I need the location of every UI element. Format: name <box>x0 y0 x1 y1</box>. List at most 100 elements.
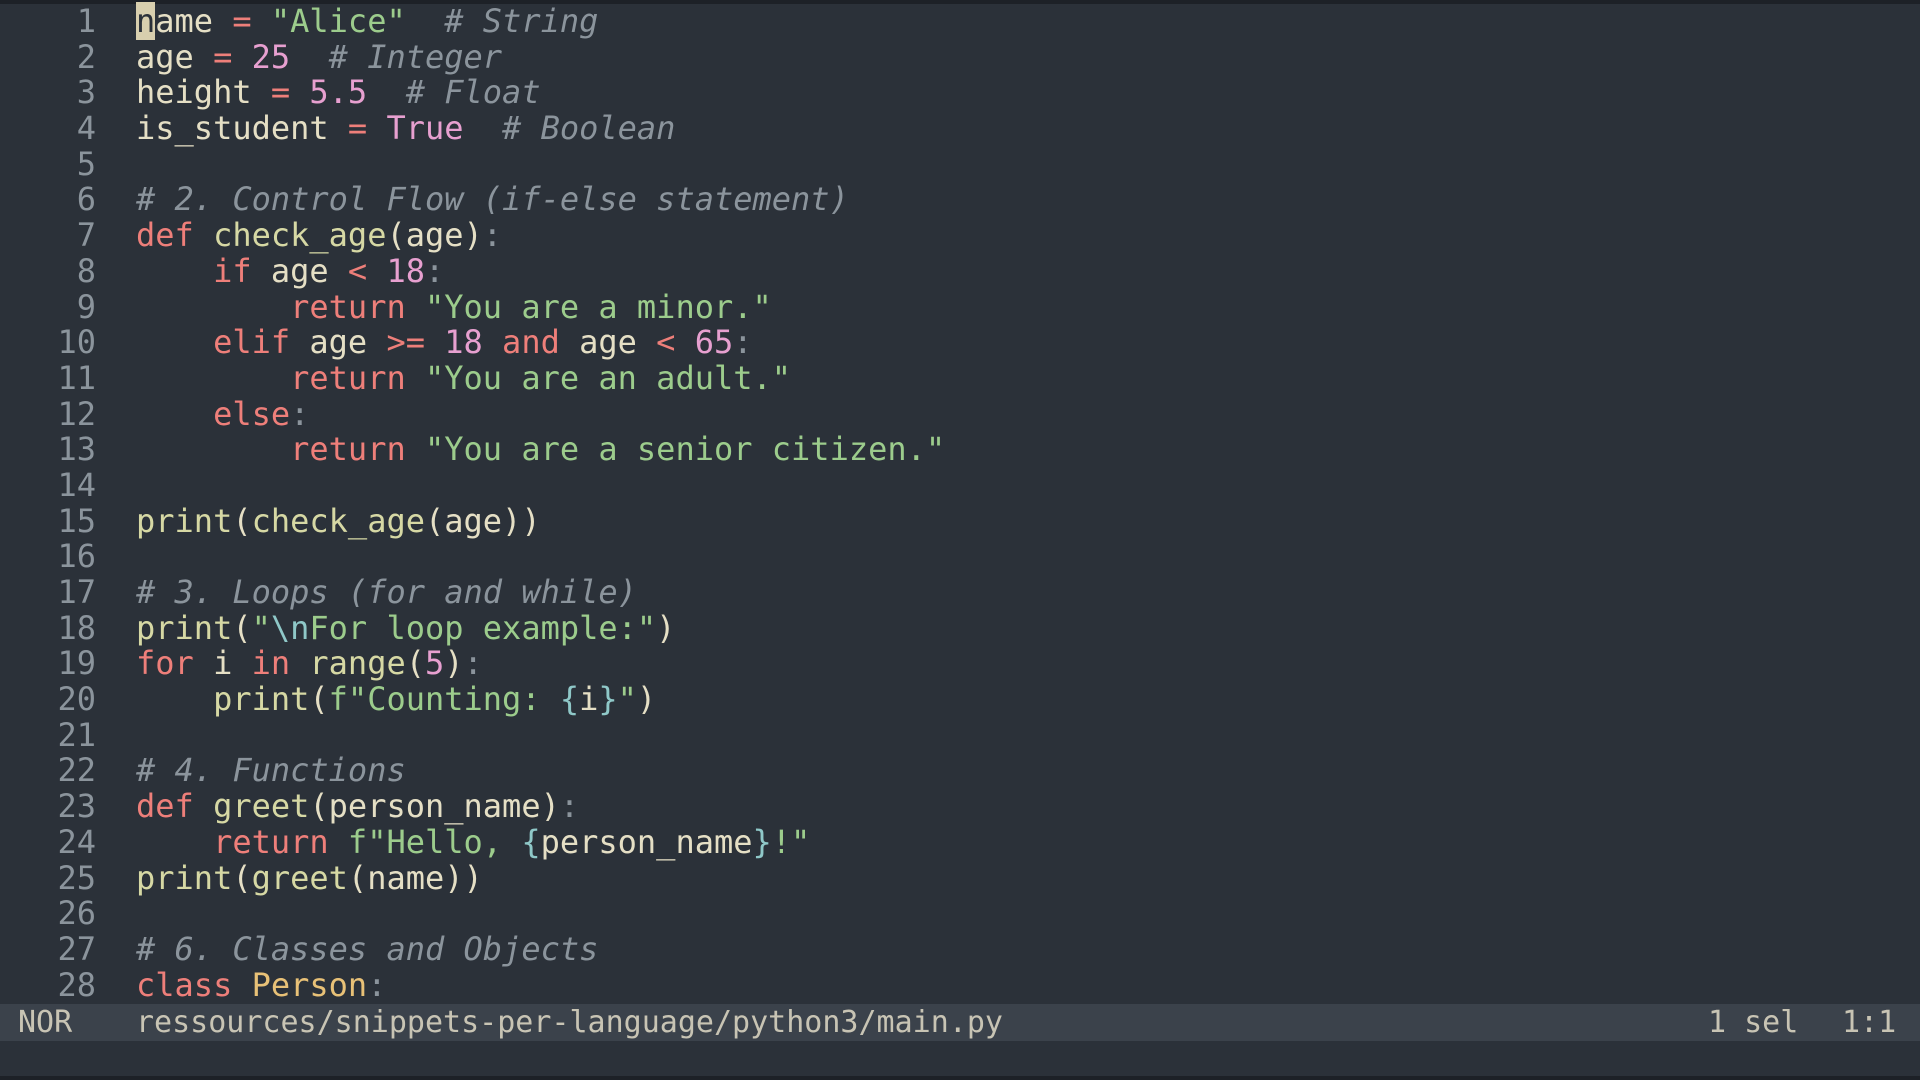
line-text[interactable]: height = 5.5 # Float <box>136 75 541 111</box>
code-token: range <box>309 644 406 683</box>
code-line[interactable]: 28 class Person: <box>0 965 1920 1004</box>
code-line[interactable]: 14 <box>0 467 1920 504</box>
code-line[interactable]: 26 <box>0 895 1920 932</box>
line-number: 8 <box>76 251 96 290</box>
code-line[interactable]: 25 print(greet(name)) <box>0 858 1920 897</box>
line-number: 23 <box>57 787 96 826</box>
code-line[interactable]: 17 # 3. Loops (for and while) <box>0 574 1920 611</box>
code-token: { <box>559 680 580 719</box>
line-number: 28 <box>57 965 96 1004</box>
line-text[interactable]: return "You are a minor." <box>136 288 772 326</box>
file-path: ressources/snippets-per-language/python3… <box>136 1005 1003 1040</box>
code-token: # 4. Functions <box>136 751 406 790</box>
status-bar: NOR ressources/snippets-per-language/pyt… <box>0 1004 1920 1041</box>
code-token: (age)) <box>424 501 541 540</box>
code-line[interactable]: 18 print("\nFor loop example:") <box>0 608 1920 647</box>
line-text[interactable]: # 3. Loops (for and while) <box>136 574 637 611</box>
code-line[interactable]: 13 return "You are a senior citizen." <box>0 430 1920 469</box>
code-token: } <box>598 680 618 719</box>
code-line[interactable]: 23 def greet(person_name): <box>0 787 1920 826</box>
code-token: \n <box>270 608 310 647</box>
line-text[interactable]: # 4. Functions <box>136 753 406 789</box>
line-text[interactable]: for i in range(5): <box>136 646 483 682</box>
code-line[interactable]: 20 print(f"Counting: {i}") <box>0 680 1920 719</box>
code-token: : <box>367 965 387 1004</box>
code-editor[interactable]: 1 name = "Alice" # String 2 age = 25 # Inte… <box>0 0 1920 1080</box>
line-text[interactable]: else: <box>136 394 310 433</box>
code-line[interactable]: 5 <box>0 144 1920 183</box>
line-text[interactable]: elif age >= 18 and age < 65: <box>136 323 752 362</box>
line-text[interactable]: is_student = True # Boolean <box>136 109 675 148</box>
line-text[interactable]: print(greet(name)) <box>136 860 483 897</box>
code-token: return <box>290 358 406 397</box>
code-token: Person <box>251 965 368 1004</box>
code-token: return <box>213 822 329 861</box>
code-token: 18 <box>386 251 425 290</box>
code-line[interactable]: 24 return f"Hello, {person_name}!" <box>0 822 1920 861</box>
line-text[interactable]: return "You are an adult." <box>136 358 791 397</box>
line-text[interactable]: name = "Alice" # String <box>136 2 598 40</box>
line-text[interactable]: if age < 18: <box>136 251 444 290</box>
code-token: : <box>290 394 310 433</box>
line-text[interactable]: def greet(person_name): <box>136 787 579 826</box>
code-token: = <box>347 109 368 148</box>
code-token: and <box>502 323 560 362</box>
line-text[interactable]: return f"Hello, {person_name}!" <box>136 822 811 861</box>
code-token: (person_name) <box>309 787 560 826</box>
line-number: 25 <box>57 858 96 897</box>
code-line[interactable]: 4 is_student = True # Boolean <box>0 109 1920 148</box>
code-token: : <box>482 216 503 255</box>
code-token: ( <box>405 644 425 683</box>
code-line[interactable]: 1 name = "Alice" # String <box>0 2 1920 40</box>
code-line[interactable]: 22 # 4. Functions <box>0 753 1920 789</box>
line-text[interactable]: print(f"Counting: {i}") <box>136 680 656 719</box>
line-text[interactable]: def check_age(age): <box>136 216 503 255</box>
line-number: 22 <box>57 751 96 790</box>
code-line[interactable]: 21 <box>0 717 1920 754</box>
line-text[interactable]: age = 25 # Integer <box>136 38 502 76</box>
code-line[interactable]: 6 # 2. Control Flow (if-else statement) <box>0 182 1920 218</box>
code-token: 5 <box>424 644 445 683</box>
line-text[interactable]: print("\nFor loop example:") <box>136 608 675 647</box>
code-token: i <box>193 644 252 683</box>
line-text[interactable]: # 2. Control Flow (if-else statement) <box>136 182 849 218</box>
line-text[interactable]: print(check_age(age)) <box>136 501 541 540</box>
code-token: check_age <box>251 501 425 540</box>
code-line[interactable]: 9 return "You are a minor." <box>0 288 1920 326</box>
line-text[interactable]: return "You are a senior citizen." <box>136 430 946 469</box>
code-line[interactable]: 19 for i in range(5): <box>0 646 1920 682</box>
code-line[interactable]: 3 height = 5.5 # Float <box>0 75 1920 111</box>
code-token: if <box>213 251 252 290</box>
code-line[interactable]: 12 else: <box>0 394 1920 433</box>
code-token: ( <box>309 680 329 719</box>
code-line[interactable]: 10 elif age >= 18 and age < 65: <box>0 323 1920 362</box>
line-text[interactable]: class Person: <box>136 965 387 1004</box>
code-line[interactable]: 8 if age < 18: <box>0 251 1920 290</box>
code-token: } <box>752 822 772 861</box>
cursor-position: 1:1 <box>1842 1005 1897 1040</box>
code-token: : <box>463 644 483 683</box>
code-token: !" <box>771 822 811 861</box>
code-token: "Alice" <box>270 2 406 40</box>
code-line[interactable]: 2 age = 25 # Integer <box>0 38 1920 76</box>
code-line[interactable]: 27 # 6. Classes and Objects <box>0 931 1920 968</box>
code-line[interactable]: 11 return "You are an adult." <box>0 358 1920 397</box>
code-line[interactable]: 15 print(check_age(age)) <box>0 501 1920 540</box>
code-line[interactable]: 16 <box>0 539 1920 575</box>
line-number: 5 <box>76 144 96 183</box>
line-text[interactable]: # 6. Classes and Objects <box>136 931 598 968</box>
code-line[interactable]: 7 def check_age(age): <box>0 216 1920 255</box>
code-token: "You are a senior citizen." <box>424 430 946 469</box>
code-area[interactable]: 1 name = "Alice" # String 2 age = 25 # Inte… <box>0 2 1920 1004</box>
